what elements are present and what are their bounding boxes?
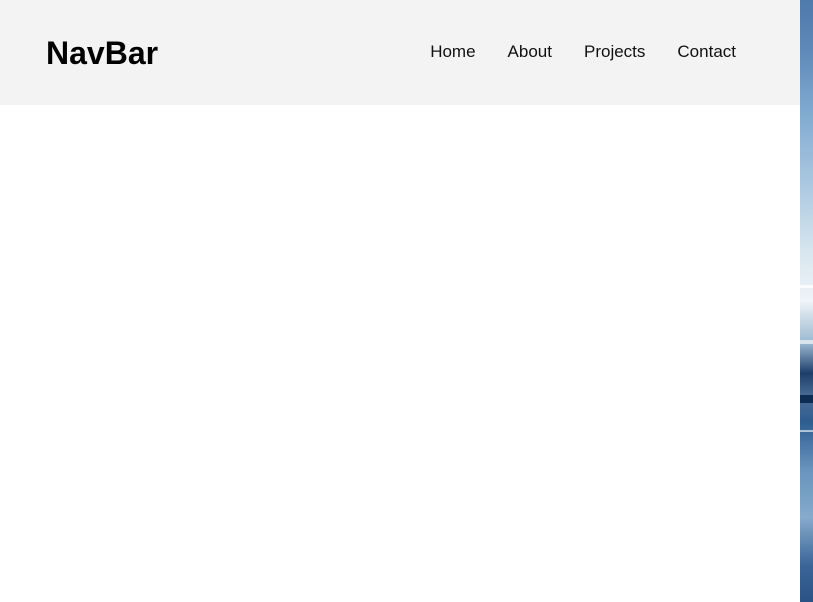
image-highlight [800,340,813,344]
nav-link-projects[interactable]: Projects [584,41,645,63]
nav-link-contact[interactable]: Contact [677,41,736,63]
page: NavBar Home About Projects Contact [0,0,813,602]
image-horizon [800,395,813,403]
background-image-edge [800,0,813,602]
nav-link-home[interactable]: Home [430,41,475,63]
nav-link-about[interactable]: About [508,41,552,63]
brand-logo-link[interactable]: NavBar [46,33,158,73]
navbar: NavBar Home About Projects Contact [0,0,800,105]
image-highlight [800,285,813,288]
image-highlight [800,430,813,432]
nav-links: Home About Projects Contact [430,41,736,63]
